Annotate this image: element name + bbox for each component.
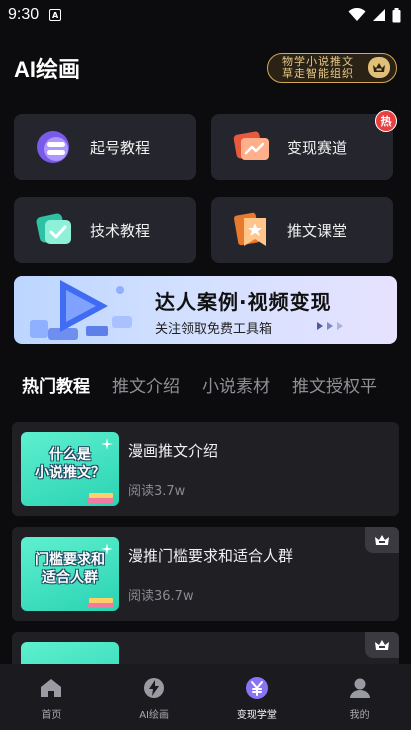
tab-tuiwen-intro[interactable]: 推文介绍 xyxy=(112,372,180,412)
sparkle-icon xyxy=(101,438,113,450)
tab-novel-materials[interactable]: 小说素材 xyxy=(202,372,270,412)
vip-button[interactable]: 物学小说推文 草走智能组织 xyxy=(267,53,397,83)
vip-text: 物学小说推文 草走智能组织 xyxy=(282,56,354,80)
thumbnail: 什么是 小说推文？ xyxy=(21,432,119,506)
arrows-icon xyxy=(317,322,343,330)
banner-title: 达人案例·视频变现 xyxy=(155,290,332,314)
tile-tech-tutorial[interactable]: 技术教程 xyxy=(14,197,196,263)
nav-label: AI绘画 xyxy=(139,710,170,721)
sparkle-icon xyxy=(101,543,113,555)
card-title: 漫画推文介绍 xyxy=(128,442,219,460)
status-bar: 9:30 A xyxy=(0,0,411,30)
status-time: 9:30 xyxy=(8,6,40,23)
card-reads: 阅读3.7w xyxy=(128,484,186,499)
thumbnail-text: 门槛要求和 适合人群 xyxy=(35,552,105,586)
page-title: AI绘画 xyxy=(14,57,81,82)
tab-authorization-platform[interactable]: 推文授权平 xyxy=(292,372,377,412)
vip-crown-icon xyxy=(365,527,399,553)
thumbnail-text: 什么是 小说推文？ xyxy=(35,447,105,481)
card-title: 漫推门槛要求和适合人群 xyxy=(128,547,294,565)
wifi-icon xyxy=(348,8,366,21)
vip-crown-icon xyxy=(365,632,399,658)
hot-badge: 热 xyxy=(375,110,397,132)
books-icon xyxy=(87,598,113,608)
promo-banner[interactable]: 达人案例·视频变现 关注领取免费工具箱 xyxy=(14,276,397,344)
banner-subtitle: 关注领取免费工具箱 xyxy=(155,322,273,337)
category-grid: 起号教程 变现赛道 热 技术教程 推文课堂 xyxy=(14,110,397,263)
tab-hot-tutorials[interactable]: 热门教程 xyxy=(22,372,90,412)
bottom-nav: 首页 AI绘画 变现学堂 我的 xyxy=(0,664,411,730)
list-item[interactable]: 什么是 小说推文？ 漫画推文介绍 阅读3.7w xyxy=(12,422,399,516)
tile-label: 技术教程 xyxy=(90,221,151,240)
nav-label: 我的 xyxy=(349,710,370,721)
user-icon xyxy=(348,676,372,700)
lightning-icon xyxy=(142,676,166,700)
list-item[interactable]: 门槛要求和 适合人群 漫推门槛要求和适合人群 阅读36.7w xyxy=(12,527,399,621)
books-icon xyxy=(87,493,113,503)
check-card-icon xyxy=(36,212,74,248)
nav-label: 变现学堂 xyxy=(236,710,277,721)
status-icons xyxy=(348,7,401,23)
tile-qihao-tutorial[interactable]: 起号教程 xyxy=(14,114,196,180)
yuan-icon xyxy=(245,676,269,700)
thumbnail: 门槛要求和 适合人群 xyxy=(21,537,119,611)
nav-label: 首页 xyxy=(41,710,62,721)
tile-monetization-track[interactable]: 变现赛道 热 xyxy=(211,110,397,180)
nav-monetization-school[interactable]: 变现学堂 xyxy=(206,664,309,730)
battery-icon xyxy=(392,7,401,22)
notification-a-icon: A xyxy=(49,9,62,21)
tab-bar: 热门教程 推文介绍 小说素材 推文授权平 xyxy=(22,372,411,412)
tile-label: 变现赛道 xyxy=(287,138,348,157)
card-reads: 阅读36.7w xyxy=(128,589,194,604)
signal-icon xyxy=(373,9,385,21)
star-bookmark-icon xyxy=(233,212,271,248)
crown-icon xyxy=(368,57,390,78)
nav-ai-drawing[interactable]: AI绘画 xyxy=(103,664,206,730)
nav-profile[interactable]: 我的 xyxy=(308,664,411,730)
home-icon xyxy=(39,676,63,700)
header: AI绘画 物学小说推文 草走智能组织 xyxy=(14,48,397,88)
tile-label: 起号教程 xyxy=(90,138,151,157)
tile-label: 推文课堂 xyxy=(287,221,348,240)
chart-card-icon xyxy=(233,129,271,165)
play-video-illustration xyxy=(30,280,132,340)
nav-home[interactable]: 首页 xyxy=(0,664,103,730)
tile-tuiwen-class[interactable]: 推文课堂 xyxy=(211,197,393,263)
purple-toggle-icon xyxy=(36,129,74,165)
